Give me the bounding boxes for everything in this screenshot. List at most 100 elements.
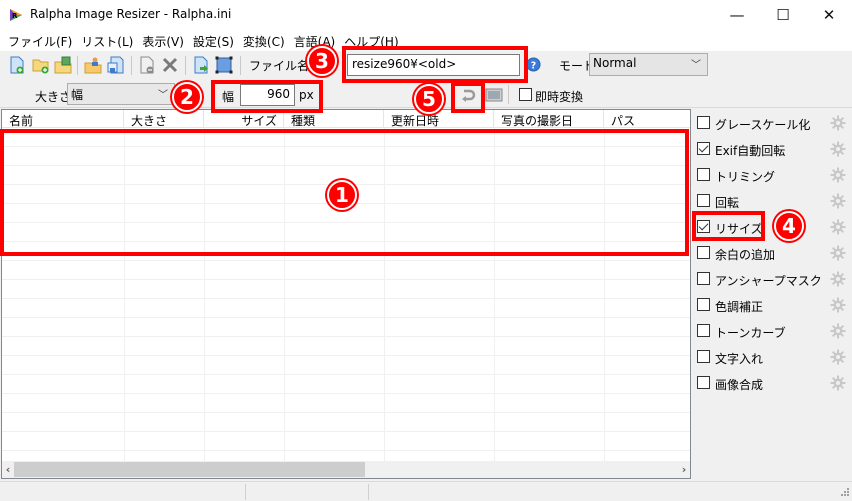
effect-item: Exif自動回転 xyxy=(697,140,847,158)
close-button[interactable]: ✕ xyxy=(806,0,852,30)
column-header-dimensions[interactable]: 大きさ xyxy=(124,110,204,128)
effect-label[interactable]: 画像合成 xyxy=(715,376,763,393)
column-header-label: 写真の撮影日 xyxy=(501,114,574,128)
effect-checkbox[interactable] xyxy=(697,298,710,311)
effect-checkbox[interactable] xyxy=(697,220,710,233)
effect-checkbox[interactable] xyxy=(697,350,710,363)
column-header-label: 大きさ xyxy=(131,114,168,128)
size-mode-select[interactable]: 幅 ﹀ xyxy=(67,83,175,105)
column-header-name[interactable]: 名前 xyxy=(2,110,124,128)
menu-file[interactable]: ファイル(F) xyxy=(4,30,77,51)
menu-list[interactable]: リスト(L) xyxy=(77,30,138,51)
effect-checkbox[interactable] xyxy=(697,142,710,155)
effect-label[interactable]: トーンカーブ xyxy=(715,324,786,341)
grid-line xyxy=(204,128,205,462)
file-list[interactable]: 名前 大きさ サイズ 種類 更新日時 写真の撮影日 パス ‹ › xyxy=(1,109,691,479)
gear-icon[interactable] xyxy=(830,323,846,339)
effect-checkbox[interactable] xyxy=(697,194,710,207)
effect-label[interactable]: 色調補正 xyxy=(715,298,763,315)
gear-icon[interactable] xyxy=(830,349,846,365)
menu-view[interactable]: 表示(V) xyxy=(138,30,189,51)
remove-file-icon[interactable] xyxy=(138,56,156,74)
effect-checkbox[interactable] xyxy=(697,246,710,259)
resize-grip-icon[interactable] xyxy=(839,488,849,498)
effect-label[interactable]: グレースケール化 xyxy=(715,116,810,133)
open-folder-user-icon[interactable] xyxy=(84,56,102,74)
effect-checkbox[interactable] xyxy=(697,272,710,285)
maximize-icon: ☐ xyxy=(776,6,790,24)
gear-icon[interactable] xyxy=(830,375,846,391)
effect-label[interactable]: アンシャープマスク xyxy=(715,272,822,289)
effect-item: 色調補正 xyxy=(697,296,847,314)
gear-icon[interactable] xyxy=(830,167,846,183)
menu-help[interactable]: ヘルプ(H) xyxy=(340,30,403,51)
list-row xyxy=(2,337,690,356)
toolbar-separator xyxy=(240,56,241,75)
list-row xyxy=(2,375,690,394)
undo-icon[interactable] xyxy=(459,86,477,104)
add-image-folder-icon[interactable] xyxy=(54,56,72,74)
gear-icon[interactable] xyxy=(830,193,846,209)
column-header-label: 種類 xyxy=(291,114,316,128)
list-row xyxy=(2,147,690,166)
minimize-button[interactable]: — xyxy=(714,0,760,30)
help-icon[interactable]: ? xyxy=(526,57,541,72)
effect-item: トーンカーブ xyxy=(697,322,847,340)
instant-convert-checkbox[interactable] xyxy=(519,88,532,101)
effect-checkbox[interactable] xyxy=(697,376,710,389)
column-header-label: サイズ xyxy=(241,114,277,128)
effect-label[interactable]: リサイズ xyxy=(715,220,763,237)
gear-icon[interactable] xyxy=(830,297,846,313)
filename-input[interactable]: resize960¥<old> xyxy=(347,54,520,76)
delete-icon[interactable] xyxy=(161,56,179,74)
menu-settings[interactable]: 設定(S) xyxy=(189,30,239,51)
gear-icon[interactable] xyxy=(830,115,846,131)
gear-icon[interactable] xyxy=(830,141,846,157)
width-input[interactable]: 960 xyxy=(240,84,295,106)
toolbar-separator xyxy=(131,56,132,75)
scroll-left-icon[interactable]: ‹ xyxy=(2,461,14,478)
column-header-size[interactable]: サイズ xyxy=(204,110,284,128)
width-label: 幅 xyxy=(222,90,235,104)
gear-icon[interactable] xyxy=(830,245,846,261)
scrollbar-thumb[interactable] xyxy=(14,462,365,477)
column-header-modified[interactable]: 更新日時 xyxy=(384,110,494,128)
horizontal-scrollbar[interactable]: ‹ › xyxy=(2,461,690,478)
effect-item: トリミング xyxy=(697,166,847,184)
grid-line xyxy=(384,128,385,462)
window-title: Ralpha Image Resizer - Ralpha.ini xyxy=(30,7,232,21)
mode-select[interactable]: Normal ﹀ xyxy=(589,53,708,76)
convert-icon[interactable] xyxy=(192,56,210,74)
effect-checkbox[interactable] xyxy=(697,116,710,129)
effect-label[interactable]: 回転 xyxy=(715,194,739,211)
select-area-icon[interactable] xyxy=(215,56,233,74)
maximize-button[interactable]: ☐ xyxy=(760,0,806,30)
effect-label[interactable]: Exif自動回転 xyxy=(715,142,785,159)
list-row xyxy=(2,261,690,280)
scroll-right-icon[interactable]: › xyxy=(678,461,690,478)
effect-item: 画像合成 xyxy=(697,374,847,392)
effect-checkbox[interactable] xyxy=(697,168,710,181)
effects-panel: グレースケール化 Exif自動回転 トリミング回転リサイズ余白の追加アンシャープマス… xyxy=(692,109,852,479)
effect-checkbox[interactable] xyxy=(697,324,710,337)
list-row xyxy=(2,394,690,413)
list-row xyxy=(2,223,690,242)
effect-label[interactable]: トリミング xyxy=(715,168,775,185)
effect-label[interactable]: 余白の追加 xyxy=(715,246,775,263)
menu-convert[interactable]: 変換(C) xyxy=(239,30,290,51)
preview-icon[interactable] xyxy=(485,86,503,104)
status-divider xyxy=(245,484,246,500)
column-header-type[interactable]: 種類 xyxy=(284,110,384,128)
grid-line xyxy=(124,128,125,462)
list-row xyxy=(2,318,690,337)
gear-icon[interactable] xyxy=(830,271,846,287)
status-bar xyxy=(0,481,852,501)
effect-label[interactable]: 文字入れ xyxy=(715,350,763,367)
add-folder-icon[interactable] xyxy=(32,56,50,74)
column-header-date-taken[interactable]: 写真の撮影日 xyxy=(494,110,604,128)
gear-icon[interactable] xyxy=(830,219,846,235)
list-body xyxy=(2,128,690,470)
column-header-path[interactable]: パス xyxy=(604,110,690,128)
save-list-icon[interactable] xyxy=(107,56,125,74)
add-file-icon[interactable] xyxy=(8,56,26,74)
